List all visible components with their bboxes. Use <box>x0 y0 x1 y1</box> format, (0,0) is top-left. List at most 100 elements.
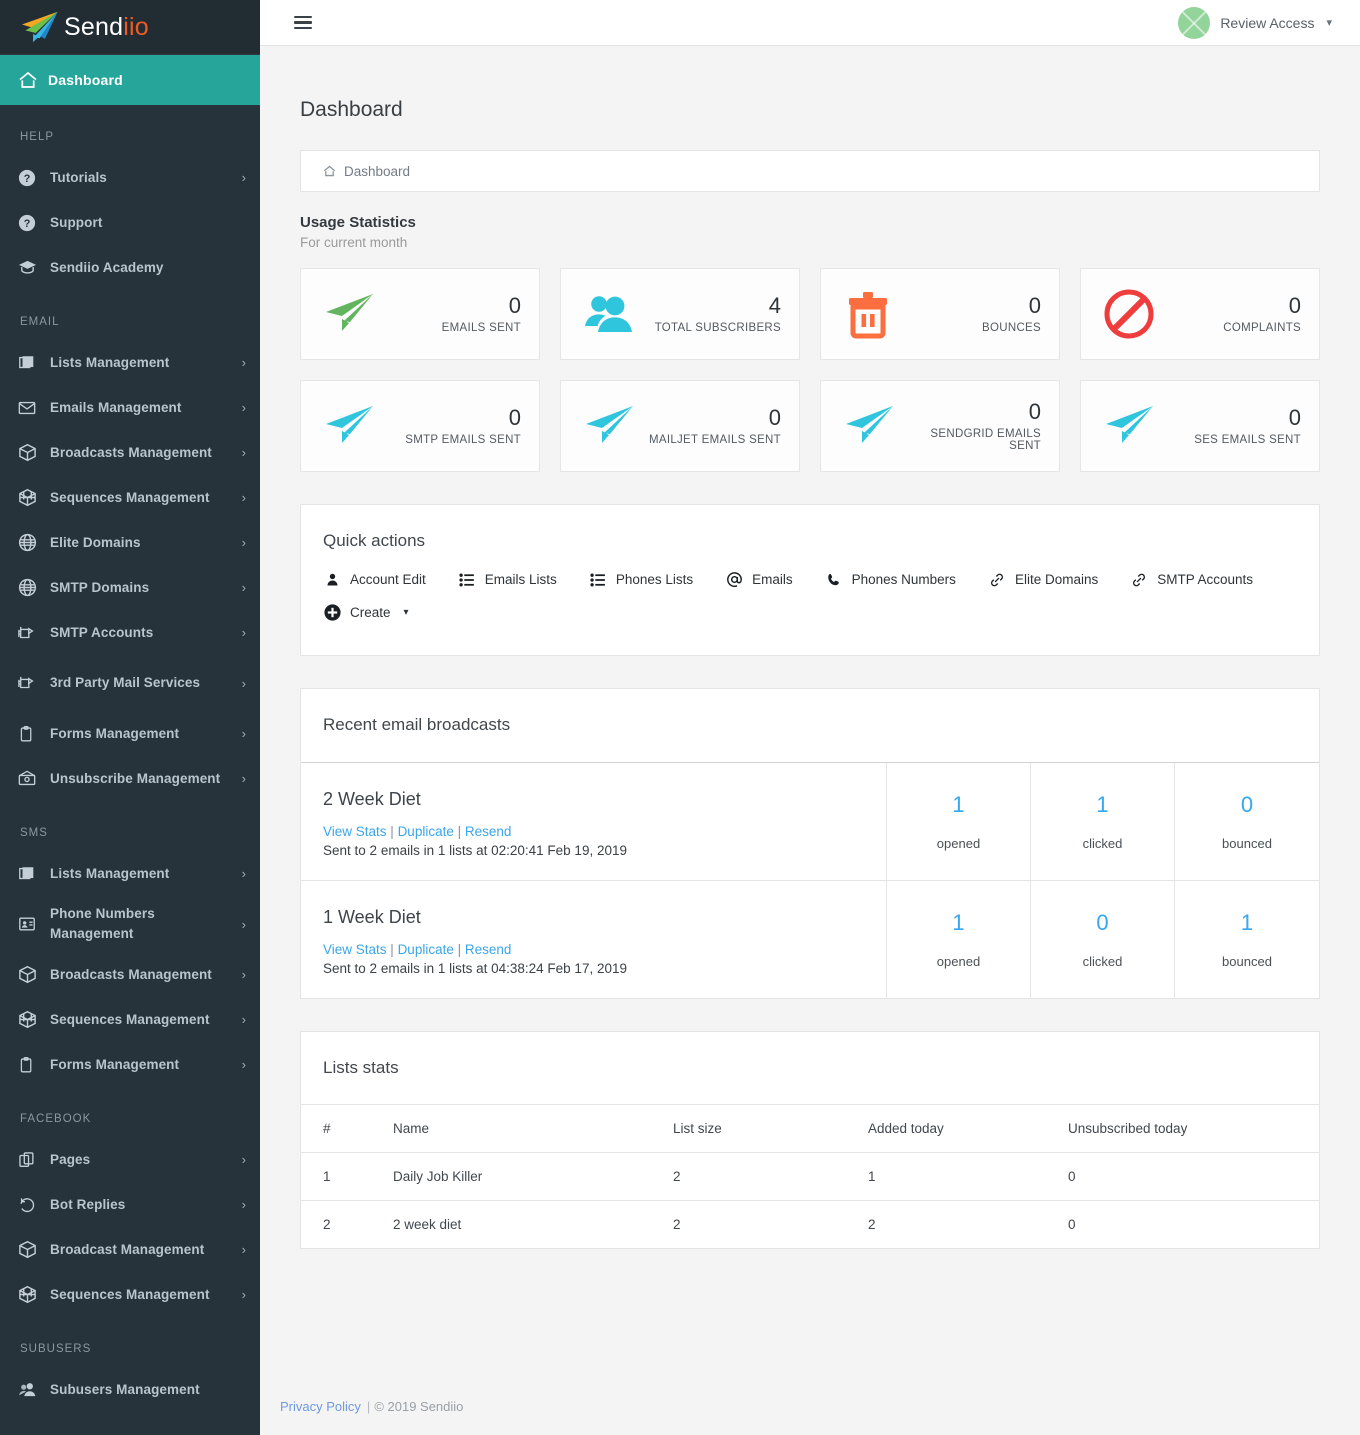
stat-card-smtp-emails-sent: 0 SMTP EMAILS SENT <box>300 380 540 472</box>
sidebar-item-sequences-management[interactable]: Sequences Management › <box>0 997 260 1042</box>
sidebar-item-label: Broadcasts Management <box>50 966 212 982</box>
sidebar-item-forms-management[interactable]: Forms Management › <box>0 1042 260 1087</box>
sidebar-item-dashboard[interactable]: Dashboard <box>0 55 260 105</box>
sidebar-item-label: Forms Management <box>50 725 180 741</box>
sidebar-item-unsubscribe-management[interactable]: Unsubscribe Management › <box>0 756 260 801</box>
stat-label: EMAILS SENT <box>441 322 521 335</box>
stat-values: 0 EMAILS SENT <box>442 294 521 334</box>
sidebar-item-smtp-domains[interactable]: SMTP Domains › <box>0 565 260 610</box>
quick-action-emails-lists[interactable]: Emails Lists <box>458 572 557 588</box>
home-icon <box>18 71 48 89</box>
quick-action-emails[interactable]: Emails <box>725 571 793 588</box>
sidebar-item-support[interactable]: ? Support <box>0 200 260 245</box>
privacy-policy-link[interactable]: Privacy Policy <box>280 1399 361 1414</box>
quick-action-create[interactable]: Create ▾ <box>323 604 409 621</box>
box-icon <box>18 965 50 984</box>
link-separator: | <box>386 824 398 839</box>
cell-unsub: 0 <box>1068 1152 1319 1201</box>
stat-values: 0 BOUNCES <box>982 294 1041 334</box>
chevron-right-icon: › <box>241 400 246 415</box>
meta-mid: emails in <box>377 961 438 976</box>
resend-link[interactable]: Resend <box>465 824 512 839</box>
sidebar-section-help: HELP <box>20 131 55 143</box>
envelope-icon <box>18 399 50 417</box>
quick-actions-body: Account Edit Emails Lists Phones Lists Emai… <box>301 551 1319 655</box>
quick-action-account-edit[interactable]: Account Edit <box>323 572 426 587</box>
broadcast-stat-value: 0 <box>1240 791 1254 817</box>
usage-statistics-subtitle: For current month <box>300 235 408 250</box>
sidebar-item-smtp-accounts[interactable]: SMTP Accounts › <box>0 610 260 655</box>
link-separator: | <box>453 942 465 957</box>
sidebar-item-elite-domains[interactable]: Elite Domains › <box>0 520 260 565</box>
sidebar-item-label: 3rd Party Mail Services <box>50 675 201 690</box>
quick-action-label: Phones Numbers <box>851 572 956 587</box>
chevron-right-icon: › <box>241 675 246 691</box>
stat-card-emails-sent: 0 EMAILS SENT <box>300 268 540 360</box>
meta-suffix: lists at 02:20:41 Feb 19, 2019 <box>445 843 627 858</box>
sidebar-item-forms-management[interactable]: Forms Management › <box>0 711 260 756</box>
sidebar-item-subusers-management[interactable]: Subusers Management <box>0 1367 260 1412</box>
chevron-right-icon: › <box>241 771 246 786</box>
sidebar-item-lists-management[interactable]: Lists Management › <box>0 340 260 385</box>
stat-card-sendgrid-emails-sent: 0 SENDGRID EMAILS SENT <box>820 380 1060 472</box>
sidebar-item-emails-management[interactable]: Emails Management › <box>0 385 260 430</box>
avatar <box>1178 6 1211 39</box>
trash-orange-icon <box>843 289 899 339</box>
meta-suffix: lists at 04:38:24 Feb 17, 2019 <box>445 961 627 976</box>
sidebar-item-broadcast-management[interactable]: Broadcast Management › <box>0 1227 260 1272</box>
sidebar-item-lists-management[interactable]: Lists Management › <box>0 851 260 896</box>
phone-icon <box>825 572 843 588</box>
cube-grid-icon <box>18 1285 50 1304</box>
view-stats-link[interactable]: View Stats <box>323 824 387 839</box>
box-icon <box>18 1240 50 1259</box>
stat-value: 0 <box>1288 404 1301 430</box>
chevron-right-icon: › <box>241 1057 246 1072</box>
sidebar-item-label: Broadcast Management <box>50 1241 205 1257</box>
chevron-right-icon: › <box>241 726 246 741</box>
sidebar-item-broadcasts-management[interactable]: Broadcasts Management › <box>0 430 260 475</box>
sidebar-item-broadcasts-management[interactable]: Broadcasts Management › <box>0 952 260 997</box>
users-cyan-icon <box>583 289 639 339</box>
sidebar-item-phone-numbers-management[interactable]: Phone Numbers Management › <box>0 896 260 952</box>
sidebar-item-sendiio-academy[interactable]: Sendiio Academy <box>0 245 260 290</box>
cell-added: 1 <box>868 1152 1068 1201</box>
sidebar-item-label: Elite Domains <box>50 534 141 550</box>
link-icon <box>988 572 1006 588</box>
cell-name: 2 week diet <box>393 1217 462 1232</box>
column-header: Name <box>393 1104 673 1153</box>
quick-actions-list: Account Edit Emails Lists Phones Lists Emai… <box>323 571 1297 604</box>
paper-plane-cyan-icon <box>1103 401 1159 451</box>
lists-stats-title: Lists stats <box>323 1058 399 1077</box>
sidebar-item-pages[interactable]: Pages › <box>0 1137 260 1182</box>
stat-label: TOTAL SUBSCRIBERS <box>654 322 781 335</box>
sidebar-section-facebook: FACEBOOK <box>20 1113 92 1125</box>
quick-action-create-label: Create <box>350 605 391 620</box>
usage-statistics-header: Usage Statistics For current month <box>260 192 1360 250</box>
footer-separator: | <box>366 1398 371 1414</box>
chevron-right-icon: › <box>241 625 246 640</box>
duplicate-link[interactable]: Duplicate <box>398 942 454 957</box>
view-stats-link[interactable]: View Stats <box>323 942 387 957</box>
sidebar-item-3rd-party-mail-services[interactable]: 3rd Party Mail Services › <box>0 655 260 711</box>
broadcast-name: 1 Week Diet <box>323 907 421 927</box>
sidebar-item-label: Lists Management <box>50 865 170 881</box>
quick-action-label: Phones Lists <box>615 572 694 587</box>
duplicate-link[interactable]: Duplicate <box>398 824 454 839</box>
quick-action-smtp-accounts[interactable]: SMTP Accounts <box>1130 572 1253 588</box>
breadcrumb: Dashboard <box>300 150 1320 192</box>
sidebar-item-sequences-management[interactable]: Sequences Management › <box>0 1272 260 1317</box>
user-menu[interactable]: Review Access ▾ <box>1178 6 1332 39</box>
sidebar-item-tutorials[interactable]: ? Tutorials › <box>0 155 260 200</box>
stat-label: MAILJET EMAILS SENT <box>648 434 781 447</box>
sidebar-item-bot-replies[interactable]: Bot Replies › <box>0 1182 260 1227</box>
resend-link[interactable]: Resend <box>465 942 512 957</box>
quick-action-phones-lists[interactable]: Phones Lists <box>589 572 693 588</box>
sidebar-item-sequences-management[interactable]: Sequences Management › <box>0 475 260 520</box>
usage-statistics-grid: 0 EMAILS SENT 4 TOTAL SUBSCRIBERS 0 BOUNCES 0 C… <box>300 268 1320 472</box>
brand-logo[interactable]: Sendiio <box>0 0 260 55</box>
quick-action-phones-numbers[interactable]: Phones Numbers <box>825 572 956 588</box>
quick-action-elite-domains[interactable]: Elite Domains <box>988 572 1098 588</box>
broadcast-row: 1 Week Diet View Stats | Duplicate | Rese… <box>301 881 1319 998</box>
hamburger-icon[interactable] <box>294 13 312 33</box>
stat-label: SES EMAILS SENT <box>1194 434 1301 447</box>
